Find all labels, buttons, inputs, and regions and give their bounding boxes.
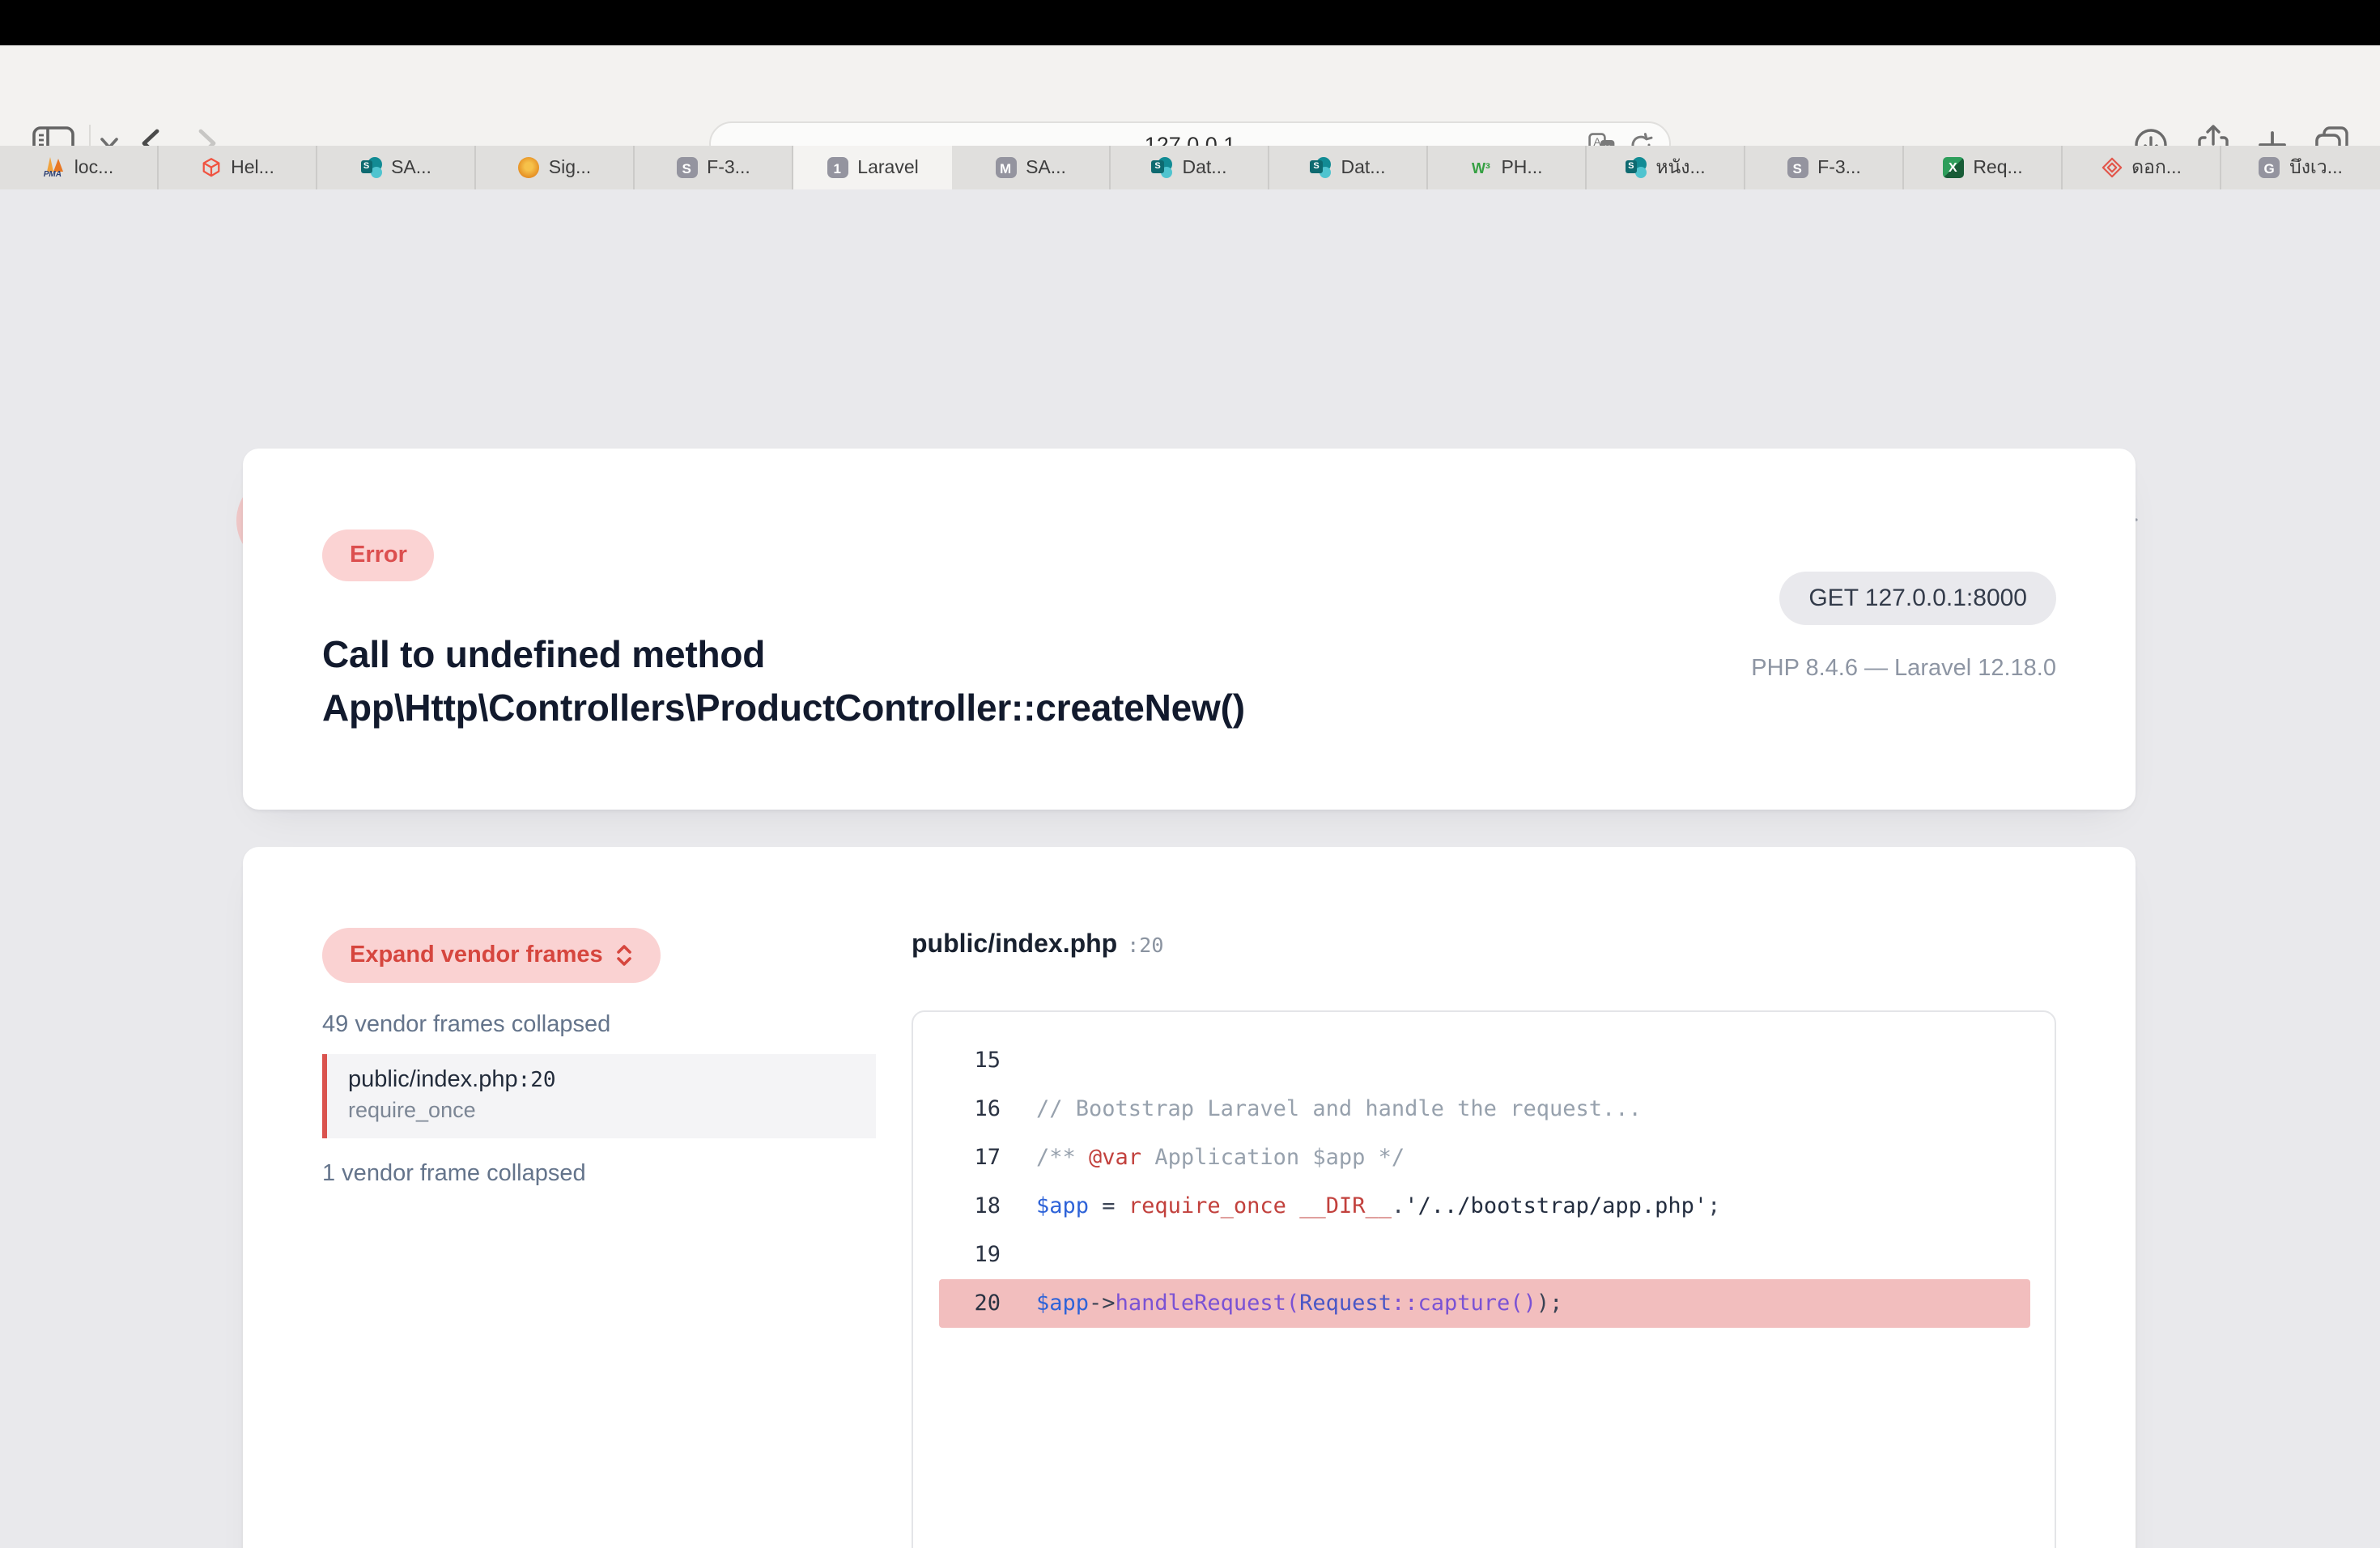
code-line-20-highlighted: 20$app->handleRequest(Request::capture()…: [939, 1279, 2030, 1328]
code-line-18: 18$app = require_once __DIR__.'/../boots…: [939, 1182, 2030, 1231]
sharepoint-icon: S: [1311, 157, 1332, 178]
sharepoint-icon: S: [1152, 157, 1173, 178]
tab-sharepoint-2[interactable]: S Dat...: [1111, 146, 1269, 189]
phpmyadmin-icon: PMA: [44, 157, 65, 178]
tab-strip: PMA loc... Hel... S SA... Sig... S F-3..…: [0, 146, 2380, 189]
code-line-16: 16// Bootstrap Laravel and handle the re…: [939, 1085, 2030, 1133]
exception-message-line1: Call to undefined method: [322, 628, 1245, 682]
code-line-ref: :20: [1127, 933, 1163, 957]
exception-message: Call to undefined method App\Http\Contro…: [322, 628, 1245, 735]
code-line-19: 19: [939, 1231, 2030, 1279]
tab-excel-request[interactable]: X Req...: [1904, 146, 2063, 189]
code-snippet-panel: 15 16// Bootstrap Laravel and handle the…: [912, 1010, 2056, 1548]
request-method-badge: GET 127.0.0.1:8000: [1779, 572, 2056, 625]
stack-frame-item[interactable]: public/index.php:20 require_once: [322, 1054, 876, 1138]
frame-method: require_once: [348, 1098, 876, 1122]
browser-toolbar: 127.0.0.1 Ax: [0, 45, 2380, 146]
tab-sharepoint-1[interactable]: S SA...: [317, 146, 476, 189]
letter-s-icon: S: [1787, 157, 1808, 178]
expand-vendor-frames-button[interactable]: Expand vendor frames: [322, 928, 661, 983]
tab-f3-2[interactable]: S F-3...: [1745, 146, 1904, 189]
red-layers-icon: [2101, 157, 2122, 178]
code-line-15: 15: [939, 1036, 2030, 1085]
menubar-black-strip: [0, 0, 2380, 45]
letter-s-icon: S: [676, 157, 697, 178]
tab-w3schools-php[interactable]: W³ PH...: [1428, 146, 1587, 189]
tab-laravel-docs[interactable]: Hel...: [159, 146, 317, 189]
tab-g-site[interactable]: G บึงเว...: [2221, 146, 2380, 189]
letter-m-icon: M: [995, 157, 1016, 178]
runtime-versions: PHP 8.4.6 — Laravel 12.18.0: [1751, 656, 2056, 682]
tab-sharepoint-4[interactable]: S หนัง...: [1587, 146, 1745, 189]
vendor-frames-collapsed-top: 49 vendor frames collapsed: [322, 1012, 610, 1038]
browser-window: 127.0.0.1 Ax PMA loc...: [0, 0, 2380, 1548]
laravel-icon: [200, 157, 221, 178]
tab-sharepoint-3[interactable]: S Dat...: [1269, 146, 1428, 189]
numbered-1-icon: 1: [827, 157, 848, 178]
exception-message-line2: App\Http\Controllers\ProductController::…: [322, 682, 1245, 735]
stack-trace-card: Expand vendor frames 49 vendor frames co…: [243, 847, 2136, 1548]
tab-laravel-active[interactable]: 1 Laravel: [793, 146, 952, 189]
tab-localhost[interactable]: PMA loc...: [0, 146, 159, 189]
code-file-heading: public/index.php :20: [912, 931, 1163, 960]
tab-f3-1[interactable]: S F-3...: [635, 146, 793, 189]
expand-chevrons-icon: [616, 944, 634, 967]
page-viewport: ! Internal Server Error Error Call to un…: [0, 189, 2380, 1548]
seal-icon: [518, 157, 539, 178]
code-line-17: 17/** @var Application $app */: [939, 1133, 2030, 1182]
letter-g-icon: G: [2259, 157, 2280, 178]
sharepoint-icon: S: [1625, 157, 1646, 178]
tab-sa-m[interactable]: M SA...: [952, 146, 1111, 189]
exception-summary-card: Error Call to undefined method App\Http\…: [243, 449, 2136, 810]
frame-file: public/index.php:20: [348, 1067, 876, 1093]
tab-signature[interactable]: Sig...: [476, 146, 635, 189]
tab-red-layers[interactable]: ดอก...: [2063, 146, 2221, 189]
vendor-frames-collapsed-bottom: 1 vendor frame collapsed: [322, 1161, 586, 1187]
error-type-badge: Error: [322, 529, 435, 581]
sharepoint-icon: S: [360, 157, 381, 178]
code-file-path: public/index.php: [912, 931, 1117, 959]
w3schools-icon: W³: [1470, 157, 1491, 178]
excel-icon: X: [1942, 157, 1963, 178]
